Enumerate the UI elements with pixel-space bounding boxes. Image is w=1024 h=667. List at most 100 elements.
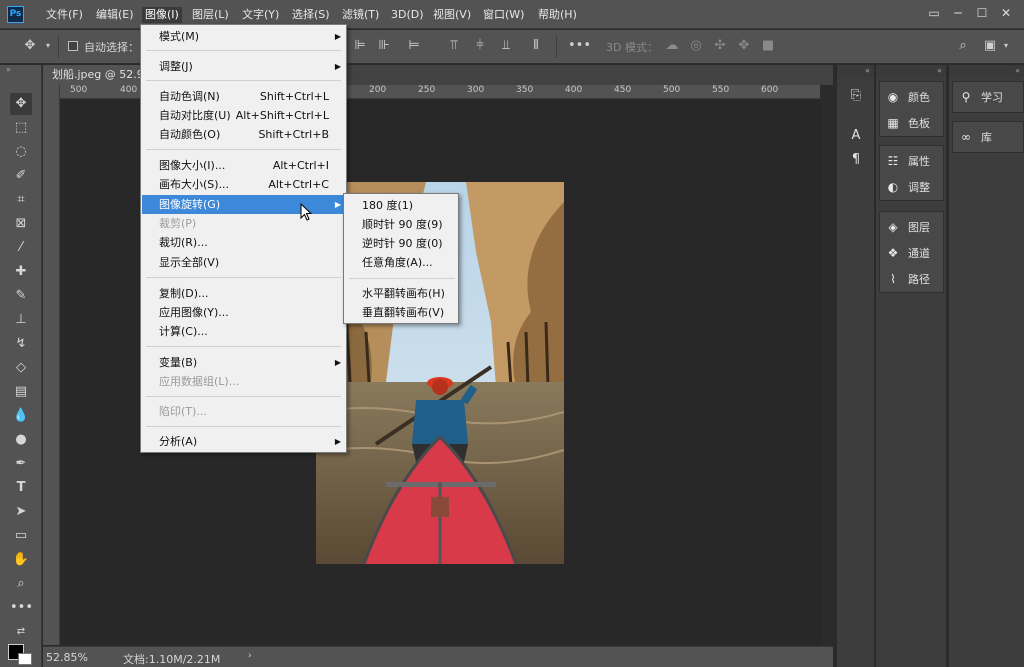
dodge-tool-icon[interactable]: ● bbox=[10, 429, 32, 451]
menu-item-trim[interactable]: 裁切(R)... bbox=[142, 233, 345, 252]
menu-item-calculations[interactable]: 计算(C)... bbox=[142, 322, 345, 341]
menu-type[interactable]: 文字(Y) bbox=[239, 7, 282, 23]
eyedropper-tool-icon[interactable]: ⁄ bbox=[10, 237, 32, 259]
panel-adjustments[interactable]: ◐ 调整 bbox=[884, 176, 930, 198]
type-tool-icon[interactable]: T bbox=[10, 477, 32, 499]
menu-item-crop[interactable]: 裁剪(P) bbox=[142, 214, 345, 233]
menu-filter[interactable]: 滤镜(T) bbox=[339, 7, 382, 23]
rotate-90-cw[interactable]: 顺时针 90 度(9) bbox=[345, 215, 457, 234]
tool-preset-chevron-icon[interactable]: ▾ bbox=[40, 38, 56, 54]
restore-layout-button[interactable]: ▭ bbox=[924, 4, 944, 22]
rectangle-tool-icon[interactable]: ▭ bbox=[10, 525, 32, 547]
panel-color[interactable]: ◉ 颜色 bbox=[884, 86, 930, 108]
menu-item-apply-image[interactable]: 应用图像(Y)... bbox=[142, 303, 345, 322]
hand-tool-icon[interactable]: ✋ bbox=[10, 549, 32, 571]
flip-canvas-horizontal[interactable]: 水平翻转画布(H) bbox=[345, 284, 457, 303]
move-tool-icon[interactable]: ✥ bbox=[10, 93, 32, 115]
rotate-90-ccw[interactable]: 逆时针 90 度(0) bbox=[345, 234, 457, 253]
background-color-swatch[interactable] bbox=[18, 653, 32, 665]
status-expand-icon[interactable]: › bbox=[248, 651, 252, 661]
auto-select-checkbox[interactable] bbox=[68, 41, 78, 51]
quick-select-tool-icon[interactable]: ✐ bbox=[10, 165, 32, 187]
collapse-panel-icon[interactable]: « bbox=[837, 65, 874, 77]
crop-tool-icon[interactable]: ⌗ bbox=[10, 189, 32, 211]
eraser-tool-icon[interactable]: ◇ bbox=[10, 357, 32, 379]
menu-item-variables[interactable]: 变量(B) ▶ bbox=[142, 353, 345, 372]
menu-view[interactable]: 视图(V) bbox=[430, 7, 474, 23]
menu-item-mode[interactable]: 模式(M) ▶ bbox=[142, 27, 345, 46]
minimize-button[interactable]: ─ bbox=[948, 4, 968, 22]
menu-select[interactable]: 选择(S) bbox=[289, 7, 333, 23]
menu-edit[interactable]: 编辑(E) bbox=[93, 7, 137, 23]
menu-help[interactable]: 帮助(H) bbox=[535, 7, 580, 23]
distribute-bottom-icon[interactable]: ⫫ bbox=[498, 38, 514, 54]
pen-tool-icon[interactable]: ✒ bbox=[10, 453, 32, 475]
menu-item-canvas-size[interactable]: 画布大小(S)... Alt+Ctrl+C bbox=[142, 175, 345, 194]
zoom-level[interactable]: 52.85% bbox=[46, 651, 88, 664]
clone-stamp-tool-icon[interactable]: ⊥ bbox=[10, 309, 32, 331]
workspace-icon[interactable]: ▣ bbox=[982, 38, 998, 54]
healing-brush-tool-icon[interactable]: ✚ bbox=[10, 261, 32, 283]
panel-channels[interactable]: ❖ 通道 bbox=[884, 242, 930, 264]
flip-canvas-vertical[interactable]: 垂直翻转画布(V) bbox=[345, 303, 457, 322]
collapse-panel-icon[interactable]: « bbox=[949, 65, 1024, 77]
menu-item-image-size[interactable]: 图像大小(I)... Alt+Ctrl+I bbox=[142, 156, 345, 175]
orbit-3d-icon[interactable]: ☁ bbox=[664, 38, 680, 54]
character-panel-icon[interactable]: A bbox=[847, 127, 865, 145]
more-tools-icon[interactable]: ••• bbox=[10, 597, 33, 619]
collapse-panel-icon[interactable]: « bbox=[876, 65, 946, 77]
menu-item-auto-tone[interactable]: 自动色调(N) Shift+Ctrl+L bbox=[142, 87, 345, 106]
history-panel-icon[interactable]: ⎘ bbox=[847, 87, 865, 105]
menu-image[interactable]: 图像(I) bbox=[142, 7, 182, 23]
menu-item-analysis[interactable]: 分析(A) ▶ bbox=[142, 432, 345, 451]
menu-file[interactable]: 文件(F) bbox=[43, 7, 86, 23]
distribute-center-icon[interactable]: ⫩ bbox=[472, 38, 488, 54]
panel-swatches[interactable]: ▦ 色板 bbox=[884, 112, 930, 134]
rotate-180[interactable]: 180 度(1) bbox=[345, 196, 457, 215]
zoom-tool-icon[interactable]: ⌕ bbox=[10, 573, 32, 595]
marquee-tool-icon[interactable]: ⬚ bbox=[10, 117, 32, 139]
panel-layers[interactable]: ◈ 图层 bbox=[884, 216, 930, 238]
drag-3d-icon[interactable]: ✣ bbox=[712, 38, 728, 54]
history-brush-tool-icon[interactable]: ↯ bbox=[10, 333, 32, 355]
menu-item-apply-data-set[interactable]: 应用数据组(L)... bbox=[142, 372, 345, 391]
distribute-horizontal-icon[interactable]: ⦀ bbox=[528, 38, 544, 54]
document-tab[interactable]: 划船.jpeg @ 52.9 bbox=[43, 65, 143, 85]
panel-learn[interactable]: ⚲ 学习 bbox=[957, 86, 1003, 108]
move-tool-icon[interactable]: ✥ bbox=[22, 38, 38, 54]
collapse-toolbar-icon[interactable]: » bbox=[6, 65, 11, 74]
menu-3d[interactable]: 3D(D) bbox=[388, 7, 427, 23]
paragraph-panel-icon[interactable]: ¶ bbox=[847, 151, 865, 169]
maximize-button[interactable]: ☐ bbox=[972, 4, 992, 22]
blur-tool-icon[interactable]: 💧 bbox=[10, 405, 32, 427]
close-button[interactable]: ✕ bbox=[996, 4, 1016, 22]
menu-item-duplicate[interactable]: 复制(D)... bbox=[142, 284, 345, 303]
brush-tool-icon[interactable]: ✎ bbox=[10, 285, 32, 307]
menu-item-reveal-all[interactable]: 显示全部(V) bbox=[142, 253, 345, 272]
distribute-top-icon[interactable]: ⫪ bbox=[446, 38, 462, 54]
frame-tool-icon[interactable]: ⊠ bbox=[10, 213, 32, 235]
path-selection-tool-icon[interactable]: ➤ bbox=[10, 501, 32, 523]
align-right-edges-icon[interactable]: ⊨ bbox=[406, 38, 422, 54]
roll-3d-icon[interactable]: ◎ bbox=[688, 38, 704, 54]
panel-libraries[interactable]: ∞ 库 bbox=[957, 126, 992, 148]
menu-layer[interactable]: 图层(L) bbox=[189, 7, 232, 23]
panel-paths[interactable]: ⌇ 路径 bbox=[884, 268, 930, 290]
scale-3d-icon[interactable]: ■ bbox=[760, 38, 776, 54]
gradient-tool-icon[interactable]: ▤ bbox=[10, 381, 32, 403]
more-options-icon[interactable]: ••• bbox=[568, 38, 591, 54]
menu-item-image-rotation[interactable]: 图像旋转(G) ▶ bbox=[142, 195, 345, 214]
menu-item-auto-contrast[interactable]: 自动对比度(U) Alt+Shift+Ctrl+L bbox=[142, 106, 345, 125]
menu-item-auto-color[interactable]: 自动颜色(O) Shift+Ctrl+B bbox=[142, 125, 345, 144]
search-icon[interactable]: ⌕ bbox=[955, 38, 971, 54]
menu-window[interactable]: 窗口(W) bbox=[480, 7, 527, 23]
menu-item-trap[interactable]: 陷印(T)... bbox=[142, 402, 345, 421]
align-left-edges-icon[interactable]: ⊫ bbox=[352, 38, 368, 54]
rotate-arbitrary[interactable]: 任意角度(A)... bbox=[345, 253, 457, 272]
panel-properties[interactable]: ☷ 属性 bbox=[884, 150, 930, 172]
slide-3d-icon[interactable]: ✥ bbox=[736, 38, 752, 54]
menu-item-adjustments[interactable]: 调整(J) ▶ bbox=[142, 57, 345, 76]
lasso-tool-icon[interactable]: ◌ bbox=[10, 141, 32, 163]
align-horizontal-centers-icon[interactable]: ⊪ bbox=[376, 38, 392, 54]
swap-colors-icon[interactable]: ⇄ bbox=[10, 621, 32, 643]
